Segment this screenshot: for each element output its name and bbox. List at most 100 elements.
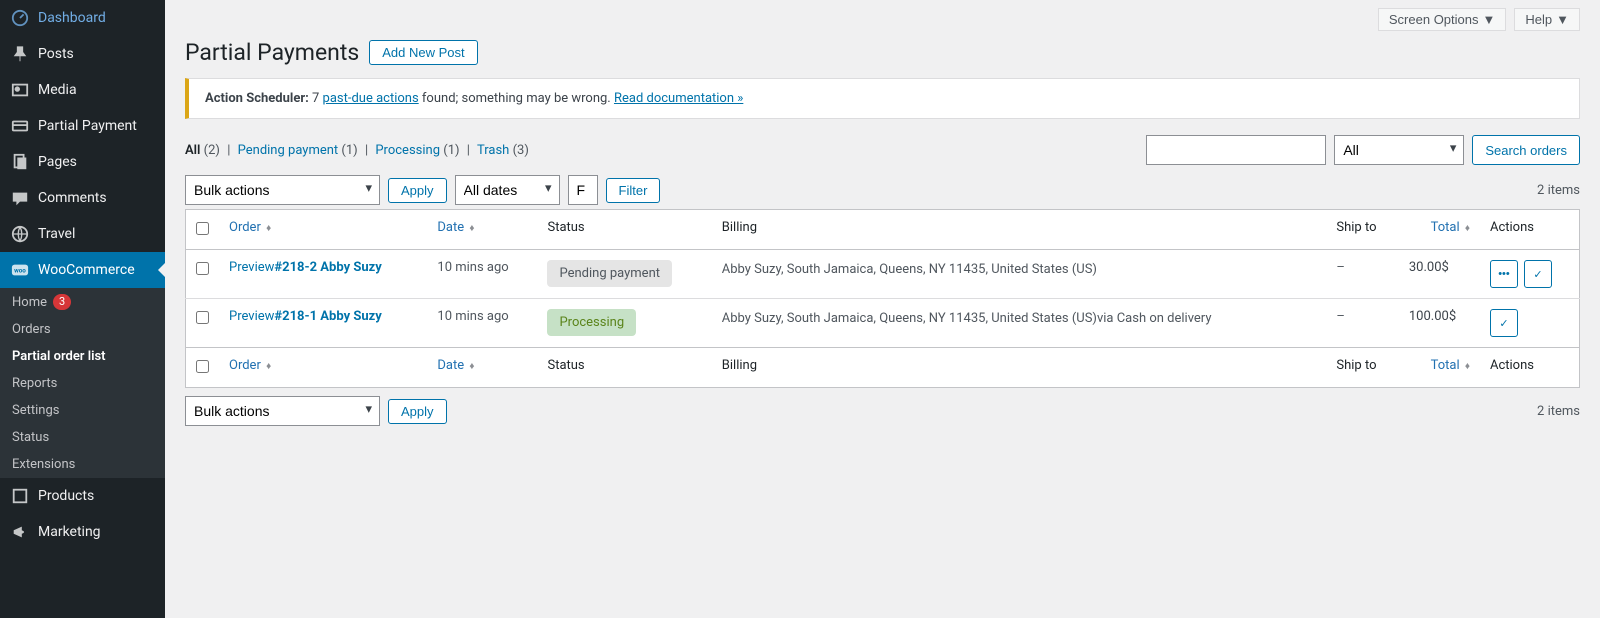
orders-table: Order ♦ Date ♦ Status Billing Ship to To… xyxy=(185,209,1580,388)
total-column-header[interactable]: Total ♦ xyxy=(1399,210,1480,250)
submenu-reports[interactable]: Reports xyxy=(0,370,165,397)
date-column-footer[interactable]: Date ♦ xyxy=(427,348,537,388)
submenu-home[interactable]: Home 3 xyxy=(0,288,165,316)
select-all-checkbox[interactable] xyxy=(196,360,209,373)
past-due-link[interactable]: past-due actions xyxy=(323,91,419,106)
submenu-label: Home xyxy=(12,295,47,310)
sidebar-item-pages[interactable]: Pages xyxy=(0,144,165,180)
select-all-footer xyxy=(186,348,220,388)
complete-action-button[interactable]: ✓ xyxy=(1524,260,1552,288)
date-cell: 10 mins ago xyxy=(427,299,537,348)
sidebar-item-woocommerce[interactable]: woo WooCommerce xyxy=(0,252,165,288)
select-all-checkbox[interactable] xyxy=(196,222,209,235)
sidebar-item-media[interactable]: Media xyxy=(0,72,165,108)
tablenav-left-bottom: Bulk actions Apply xyxy=(185,396,447,426)
preview-link[interactable]: Preview xyxy=(229,309,274,324)
submenu-label: Reports xyxy=(12,376,57,391)
sidebar-item-posts[interactable]: Posts xyxy=(0,36,165,72)
total-cell: 100.00$ xyxy=(1399,299,1480,348)
billing-column-header: Billing xyxy=(712,210,1327,250)
sidebar-item-partial-payment[interactable]: Partial Payment xyxy=(0,108,165,144)
complete-action-button[interactable]: ✓ xyxy=(1490,309,1518,337)
sidebar-item-label: Marketing xyxy=(38,524,101,540)
apply-button[interactable]: Apply xyxy=(388,178,447,203)
order-column-footer[interactable]: Order ♦ xyxy=(219,348,427,388)
submenu-orders[interactable]: Orders xyxy=(0,316,165,343)
notice-mid: found; something may be wrong. xyxy=(419,91,614,106)
status-cell: Processing xyxy=(537,299,711,348)
order-link[interactable]: #218-2 Abby Suzy xyxy=(274,260,381,275)
order-column-header[interactable]: Order ♦ xyxy=(219,210,427,250)
sidebar-item-label: Dashboard xyxy=(38,10,106,26)
sidebar-item-label: Products xyxy=(38,488,94,504)
customer-filter[interactable] xyxy=(568,175,598,205)
status-column-footer: Status xyxy=(537,348,711,388)
order-link[interactable]: #218-1 Abby Suzy xyxy=(274,309,381,324)
actions-column-header: Actions xyxy=(1480,210,1580,250)
bulk-actions-select[interactable]: Bulk actions xyxy=(185,175,380,205)
woocommerce-icon: woo xyxy=(10,260,30,280)
sidebar-item-label: Media xyxy=(38,82,77,98)
total-cell: 30.00$ xyxy=(1399,250,1480,299)
sidebar-item-label: Posts xyxy=(38,46,74,62)
column-label: Total xyxy=(1431,220,1460,235)
pin-icon xyxy=(10,44,30,64)
items-count-bottom: 2 items xyxy=(1537,404,1580,419)
media-icon xyxy=(10,80,30,100)
search-input[interactable] xyxy=(1146,135,1326,165)
help-button[interactable]: Help ▼ xyxy=(1514,8,1580,31)
filter-pending-count: (1) xyxy=(341,143,357,158)
column-label: Order xyxy=(229,220,261,235)
order-cell: Preview#218-2 Abby Suzy xyxy=(219,250,427,299)
table-row: Preview#218-2 Abby Suzy10 mins agoPendin… xyxy=(186,250,1580,299)
read-docs-link[interactable]: Read documentation » xyxy=(614,91,743,106)
submenu-partial-order-list[interactable]: Partial order list xyxy=(0,343,165,370)
page-title: Partial Payments xyxy=(185,39,359,66)
filter-pending[interactable]: Pending payment xyxy=(238,143,339,158)
sidebar-item-comments[interactable]: Comments xyxy=(0,180,165,216)
submenu-status[interactable]: Status xyxy=(0,424,165,451)
date-select[interactable]: All dates xyxy=(455,175,560,205)
top-bar: Screen Options ▼ Help ▼ xyxy=(185,0,1580,39)
globe-icon xyxy=(10,224,30,244)
bulk-actions-select-bottom[interactable]: Bulk actions xyxy=(185,396,380,426)
submenu-label: Partial order list xyxy=(12,349,106,364)
sidebar-item-marketing[interactable]: Marketing xyxy=(0,514,165,550)
sidebar-item-products[interactable]: Products xyxy=(0,478,165,514)
filter-processing[interactable]: Processing xyxy=(375,143,440,158)
date-column-header[interactable]: Date ♦ xyxy=(427,210,537,250)
sort-icon: ♦ xyxy=(469,361,474,372)
screen-options-button[interactable]: Screen Options ▼ xyxy=(1378,8,1506,31)
select-all-header xyxy=(186,210,220,250)
sort-icon: ♦ xyxy=(469,223,474,234)
items-count: 2 items xyxy=(1537,183,1580,198)
billing-cell: Abby Suzy, South Jamaica, Queens, NY 114… xyxy=(712,250,1327,299)
submenu-label: Settings xyxy=(12,403,59,418)
preview-link[interactable]: Preview xyxy=(229,260,274,275)
row-check-cell xyxy=(186,299,220,348)
filter-button[interactable]: Filter xyxy=(606,178,661,203)
filter-processing-count: (1) xyxy=(443,143,459,158)
add-new-post-button[interactable]: Add New Post xyxy=(369,40,477,65)
billing-cell: Abby Suzy, South Jamaica, Queens, NY 114… xyxy=(712,299,1327,348)
column-label: Order xyxy=(229,358,261,373)
submenu-settings[interactable]: Settings xyxy=(0,397,165,424)
apply-button-bottom[interactable]: Apply xyxy=(388,399,447,424)
more-actions-button[interactable]: ••• xyxy=(1490,260,1518,288)
sidebar-item-dashboard[interactable]: Dashboard xyxy=(0,0,165,36)
date-cell: 10 mins ago xyxy=(427,250,537,299)
filter-all[interactable]: All xyxy=(185,143,200,158)
sidebar-item-travel[interactable]: Travel xyxy=(0,216,165,252)
row-checkbox[interactable] xyxy=(196,311,209,324)
category-select[interactable]: All xyxy=(1334,135,1464,165)
search-orders-button[interactable]: Search orders xyxy=(1472,135,1580,165)
sort-icon: ♦ xyxy=(1465,223,1470,234)
column-label: Total xyxy=(1431,358,1460,373)
total-column-footer[interactable]: Total ♦ xyxy=(1399,348,1480,388)
filter-trash[interactable]: Trash xyxy=(477,143,509,158)
sort-icon: ♦ xyxy=(266,361,271,372)
pages-icon xyxy=(10,152,30,172)
sidebar-item-label: Travel xyxy=(38,226,75,242)
submenu-extensions[interactable]: Extensions xyxy=(0,451,165,478)
row-checkbox[interactable] xyxy=(196,262,209,275)
